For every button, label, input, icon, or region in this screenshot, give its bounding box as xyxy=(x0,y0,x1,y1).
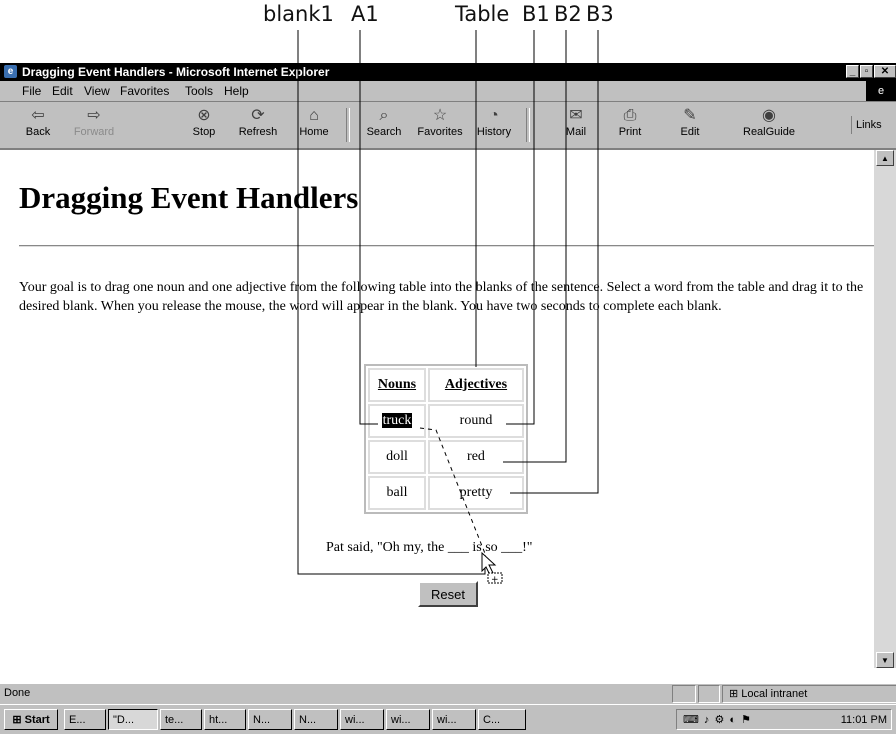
status-text: Done xyxy=(4,687,31,699)
favorites-button[interactable]: ☆ Favorites xyxy=(412,106,468,138)
windows-logo-icon: ⊞ xyxy=(12,714,25,726)
taskbar-item[interactable]: E... xyxy=(64,709,106,730)
adjective-pretty[interactable]: pretty xyxy=(428,476,524,510)
status-cell xyxy=(698,685,720,703)
window-titlebar[interactable]: e Dragging Event Handlers - Microsoft In… xyxy=(0,63,896,81)
window-title: Dragging Event Handlers - Microsoft Inte… xyxy=(22,65,330,79)
realguide-icon: ◉ xyxy=(762,107,776,124)
reset-button[interactable]: Reset xyxy=(418,581,478,607)
ie-throbber-icon: e xyxy=(866,81,896,101)
minimize-button[interactable]: _ xyxy=(846,65,859,78)
sentence-with-blanks[interactable]: Pat said, "Oh my, the ___ is so ___!" xyxy=(326,540,533,556)
scroll-down-arrow-icon[interactable]: ▼ xyxy=(876,652,894,668)
noun-cell[interactable]: truck xyxy=(368,404,426,438)
horizontal-rule xyxy=(19,245,874,247)
forward-button[interactable]: ⇨ Forward xyxy=(66,106,122,138)
maximize-button[interactable]: ▫ xyxy=(860,65,873,78)
taskbar-item[interactable]: N... xyxy=(248,709,292,730)
menu-favorites[interactable]: Favorites xyxy=(120,84,169,98)
callout-b1: B1 xyxy=(522,2,550,26)
refresh-icon: ⟳ xyxy=(251,107,265,124)
toolbar-separator xyxy=(526,108,530,142)
menu-edit[interactable]: Edit xyxy=(52,84,73,98)
print-button[interactable]: ⎙ Print xyxy=(602,106,658,138)
mail-button[interactable]: ✉ Mail xyxy=(548,106,604,138)
taskbar-item-active[interactable]: "D... xyxy=(108,709,158,730)
callout-blank1: blank1 xyxy=(263,2,334,26)
instructions-text: Your goal is to drag one noun and one ad… xyxy=(19,280,864,314)
system-tray: ⌨ ♪ ⚙ ◐ ⚑ 11:01 PM xyxy=(676,709,892,730)
ie-app-icon[interactable]: e xyxy=(4,65,17,78)
page-content: Dragging Event Handlers Your goal is to … xyxy=(0,150,874,668)
word-table: Nouns Adjectives truck round doll red ba… xyxy=(364,364,528,514)
intranet-icon: ⊞ xyxy=(729,688,742,700)
menu-bar: File Edit View Favorites Tools Help e xyxy=(0,81,896,102)
mail-icon: ✉ xyxy=(569,107,583,124)
taskbar-item[interactable]: te... xyxy=(160,709,202,730)
search-button[interactable]: ⌕ Search xyxy=(356,106,412,138)
favorites-icon: ☆ xyxy=(432,107,448,124)
edit-icon: ✎ xyxy=(683,107,697,124)
header-nouns: Nouns xyxy=(368,368,426,402)
menu-file[interactable]: File xyxy=(22,84,41,98)
clock[interactable]: 11:01 PM xyxy=(841,710,887,731)
menu-tools[interactable]: Tools xyxy=(185,84,213,98)
noun-truck[interactable]: truck xyxy=(381,413,413,428)
tray-icons[interactable]: ⌨ ♪ ⚙ ◐ ⚑ xyxy=(683,710,752,731)
status-cell xyxy=(672,685,696,703)
realguide-button[interactable]: ◉ RealGuide xyxy=(730,106,808,138)
windows-taskbar: ⊞ Start E... "D... te... ht... N... N...… xyxy=(0,704,896,734)
page-title: Dragging Event Handlers xyxy=(19,180,359,215)
adjective-red[interactable]: red xyxy=(428,440,524,474)
stop-button[interactable]: ⊗ Stop xyxy=(176,106,232,138)
links-bar[interactable]: Links xyxy=(851,116,896,134)
taskbar-item[interactable]: wi... xyxy=(432,709,476,730)
taskbar-item[interactable]: wi... xyxy=(340,709,384,730)
toolbar-separator xyxy=(346,108,350,142)
forward-arrow-icon: ⇨ xyxy=(87,107,101,124)
refresh-button[interactable]: ⟳ Refresh xyxy=(230,106,286,138)
standard-toolbar: ⇦ Back ⇨ Forward ⊗ Stop ⟳ Refresh ⌂ Home ⌕ Sea… xyxy=(0,102,896,150)
noun-ball[interactable]: ball xyxy=(368,476,426,510)
stop-icon: ⊗ xyxy=(197,107,211,124)
header-adjectives: Adjectives xyxy=(428,368,524,402)
security-zone: ⊞ Local intranet xyxy=(722,685,896,703)
search-icon: ⌕ xyxy=(379,107,389,124)
adjective-round[interactable]: round xyxy=(428,404,524,438)
callout-b3: B3 xyxy=(586,2,614,26)
home-button[interactable]: ⌂ Home xyxy=(286,106,342,138)
back-arrow-icon: ⇦ xyxy=(31,107,45,124)
print-icon: ⎙ xyxy=(623,107,637,124)
callout-table: Table xyxy=(455,2,510,26)
status-bar: Done ⊞ Local intranet xyxy=(0,683,896,704)
taskbar-item[interactable]: ht... xyxy=(204,709,246,730)
home-icon: ⌂ xyxy=(309,107,319,124)
history-icon: ◔ xyxy=(489,107,499,124)
edit-button[interactable]: ✎ Edit xyxy=(662,106,718,138)
taskbar-item[interactable]: C... xyxy=(478,709,526,730)
taskbar-item[interactable]: wi... xyxy=(386,709,430,730)
scroll-up-arrow-icon[interactable]: ▲ xyxy=(876,150,894,166)
menu-view[interactable]: View xyxy=(84,84,110,98)
taskbar-item[interactable]: N... xyxy=(294,709,338,730)
back-button[interactable]: ⇦ Back xyxy=(10,106,66,138)
start-button[interactable]: ⊞ Start xyxy=(4,709,58,730)
callout-b2: B2 xyxy=(554,2,582,26)
callout-a1: A1 xyxy=(351,2,379,26)
vertical-scrollbar[interactable]: ▲ ▼ xyxy=(874,150,896,668)
history-button[interactable]: ◔ History xyxy=(466,106,522,138)
menu-help[interactable]: Help xyxy=(224,84,249,98)
close-button[interactable]: ✕ xyxy=(874,65,896,78)
noun-doll[interactable]: doll xyxy=(368,440,426,474)
